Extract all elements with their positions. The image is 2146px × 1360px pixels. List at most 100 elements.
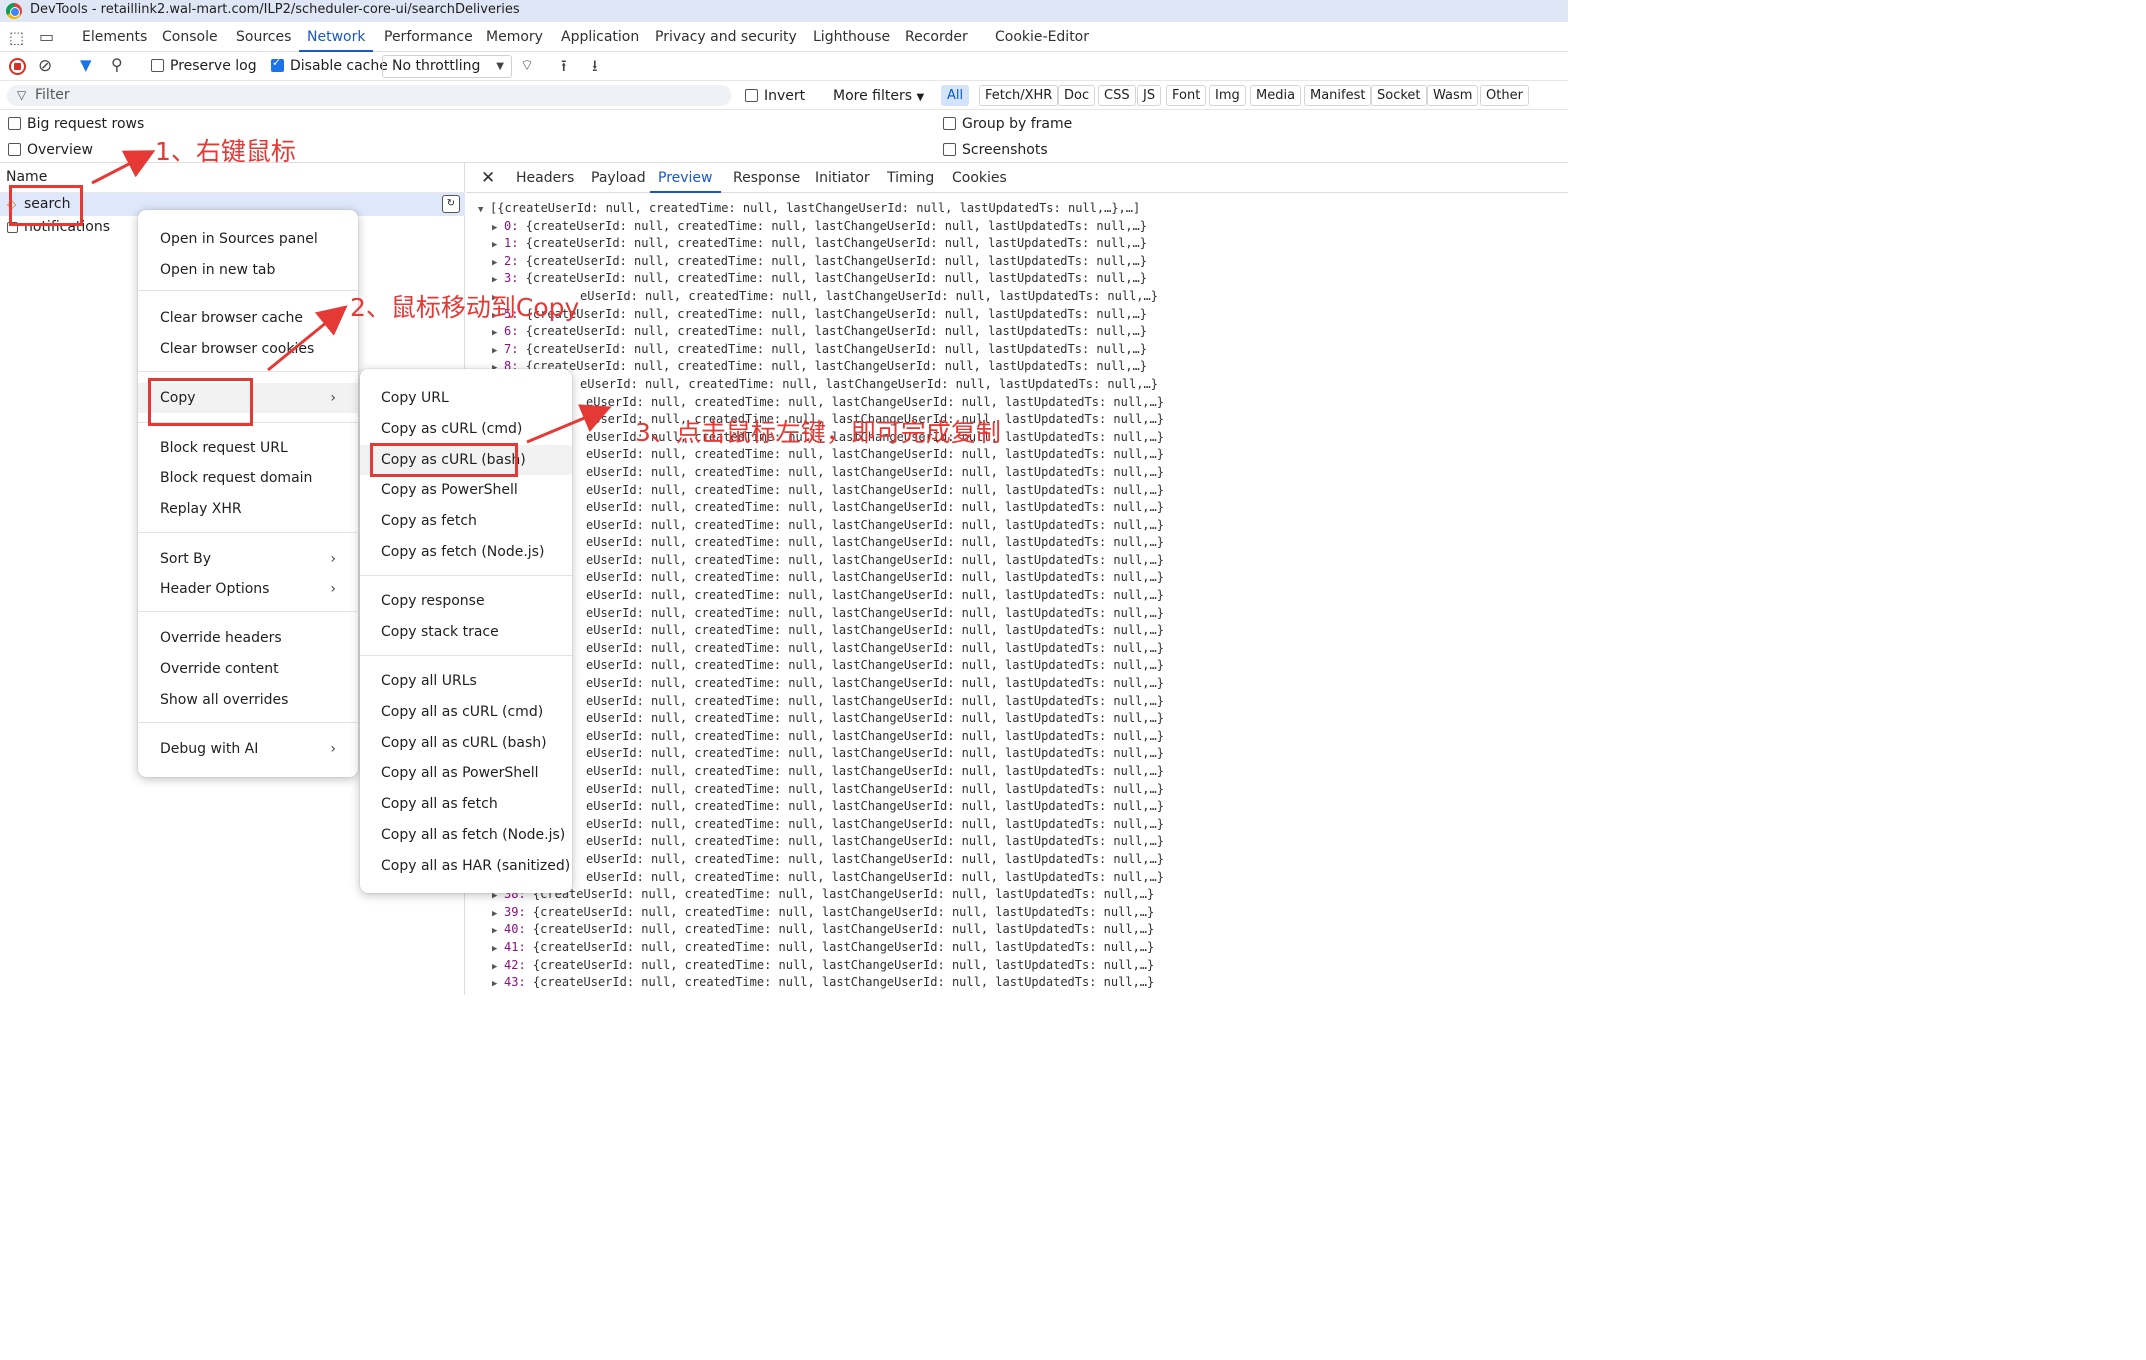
copy-item-copy-all-as-har-sanitized[interactable]: Copy all as HAR (sanitized) [360,851,572,881]
menu-item-open-in-sources-panel[interactable]: Open in Sources panel [138,224,358,254]
tab-performance[interactable]: Performance [384,22,473,52]
copy-item-copy-as-fetch[interactable]: Copy as fetch [360,506,572,536]
overview-checkbox[interactable]: Overview [8,142,93,158]
collapse-triangle-icon[interactable]: ▶ [492,976,504,994]
copy-item-copy-all-as-curl-cmd[interactable]: Copy all as cURL (cmd) [360,697,572,727]
collapse-triangle-icon[interactable]: ▶ [492,941,504,959]
menu-item-block-request-domain[interactable]: Block request domain [138,463,358,493]
menu-item-label: Copy all as fetch [381,796,498,812]
copy-item-copy-all-as-powershell[interactable]: Copy all as PowerShell [360,758,572,788]
type-chip-img[interactable]: Img [1209,85,1246,106]
type-chip-manifest[interactable]: Manifest [1304,85,1372,106]
search-icon[interactable]: ⚲ [111,55,123,74]
menu-item-header-options[interactable]: Header Options › [138,574,358,604]
menu-item-override-content[interactable]: Override content [138,654,358,684]
tab-response[interactable]: Response [733,163,800,193]
tab-recorder[interactable]: Recorder [905,22,968,52]
context-menu: Open in Sources panel Open in new tab Clea… [138,210,358,777]
invert-checkbox[interactable]: Invert [745,88,805,104]
menu-separator [138,371,358,372]
item-value: {createUserId: null, createdTime: null, … [532,939,1155,954]
copy-item-copy-url[interactable]: Copy URL [360,383,572,413]
menu-item-label: Copy all as cURL (cmd) [381,704,544,720]
copy-item-copy-all-as-curl-bash[interactable]: Copy all as cURL (bash) [360,728,572,758]
tab-timing[interactable]: Timing [887,163,934,193]
tab-preview[interactable]: Preview [650,163,721,193]
menu-item-debug-with-ai[interactable]: Debug with AI › [138,734,358,764]
tab-console[interactable]: Console [162,22,218,52]
disable-cache-box[interactable] [271,56,284,72]
preview-item: ▶eUserId: null, createdTime: null, lastC… [478,657,1568,675]
tab-payload[interactable]: Payload [591,163,646,193]
copy-item-copy-as-powershell[interactable]: Copy as PowerShell [360,475,572,505]
tab-lighthouse[interactable]: Lighthouse [813,22,890,52]
tab-application[interactable]: Application [561,22,639,52]
disable-cache-checkbox[interactable]: Disable cache [271,56,388,74]
group-by-frame-box[interactable] [943,117,956,130]
item-index: 0: [504,218,519,233]
network-conditions-icon[interactable]: ⌔ [520,56,534,75]
preserve-log-checkbox[interactable]: Preserve log [151,58,257,74]
tab-privacy-security[interactable]: Privacy and security [655,22,797,52]
clear-icon[interactable]: ⊘ [38,56,52,76]
tab-elements[interactable]: Elements [82,22,147,52]
copy-item-copy-stack-trace[interactable]: Copy stack trace [360,617,572,647]
filter-input[interactable]: ▽ Filter [7,85,731,106]
close-details-icon[interactable]: ✕ [481,163,495,193]
filter-funnel-icon[interactable]: ▼ [80,56,92,74]
big-request-rows-checkbox[interactable]: Big request rows [8,116,144,132]
type-chip-other[interactable]: Other [1480,85,1529,106]
menu-item-override-headers[interactable]: Override headers [138,623,358,653]
screenshots-box[interactable] [943,143,956,156]
type-chip-all[interactable]: All [941,85,970,106]
tab-cookie-editor[interactable]: Cookie-Editor [995,22,1089,52]
export-har-icon[interactable]: ⭳ [592,55,598,82]
copy-item-copy-response[interactable]: Copy response [360,586,572,616]
menu-item-clear-browser-cache[interactable]: Clear browser cache [138,303,358,333]
type-chip-js[interactable]: JS [1137,85,1162,106]
menu-item-label: Block request URL [160,440,288,456]
invert-box[interactable] [745,89,758,102]
type-chip-wasm[interactable]: Wasm [1427,85,1479,106]
type-chip-fetchxhr[interactable]: Fetch/XHR [979,85,1059,106]
tab-sources[interactable]: Sources [236,22,291,52]
tab-network[interactable]: Network [299,22,374,52]
menu-item-show-all-overrides[interactable]: Show all overrides [138,685,358,715]
type-chip-media[interactable]: Media [1250,85,1302,106]
record-stop-icon[interactable] [9,58,26,75]
screenshots-checkbox[interactable]: Screenshots [943,142,1048,158]
open-details-icon[interactable]: ↻ [442,195,460,213]
menu-item-open-in-new-tab[interactable]: Open in new tab [138,255,358,285]
copy-item-copy-all-as-fetch[interactable]: Copy all as fetch [360,789,572,819]
chevron-right-icon: › [330,581,336,597]
import-har-icon[interactable]: ⭱ [561,55,567,82]
group-by-frame-checkbox[interactable]: Group by frame [943,116,1072,132]
throttling-select[interactable]: No throttling ▼ [382,55,512,78]
type-chip-doc[interactable]: Doc [1058,85,1096,106]
type-chip-socket[interactable]: Socket [1371,85,1427,106]
type-chip-css[interactable]: CSS [1098,85,1136,106]
device-toolbar-icon[interactable]: ▭ [39,27,54,46]
menu-item-replay-xhr[interactable]: Replay XHR [138,494,358,524]
copy-item-copy-all-as-fetch-node-js[interactable]: Copy all as fetch (Node.js) [360,820,572,850]
menu-item-sort-by[interactable]: Sort By › [138,544,358,574]
preserve-log-box[interactable] [151,59,164,72]
menu-item-clear-browser-cookies[interactable]: Clear browser cookies [138,334,358,364]
type-chip-font[interactable]: Font [1166,85,1207,106]
copy-item-copy-as-fetch-node-js[interactable]: Copy as fetch (Node.js) [360,537,572,567]
tab-cookies[interactable]: Cookies [952,163,1007,193]
big-rows-box[interactable] [8,117,21,130]
item-value: {createUserId: null, createdTime: null, … [525,236,1148,251]
tab-memory[interactable]: Memory [486,22,543,52]
item-value: {createUserId: null, createdTime: null, … [525,218,1148,233]
menu-item-block-request-url[interactable]: Block request URL [138,433,358,463]
overview-box[interactable] [8,143,21,156]
tab-headers[interactable]: Headers [516,163,574,193]
copy-item-copy-all-urls[interactable]: Copy all URLs [360,666,572,696]
more-filters-dropdown[interactable]: More filters ▼ [833,88,924,104]
copy-item-copy-as-curl-cmd[interactable]: Copy as cURL (cmd) [360,414,572,444]
item-value: {createUserId: null, createdTime: null, … [525,324,1148,339]
tab-initiator[interactable]: Initiator [815,163,870,193]
inspect-element-icon[interactable]: ⬚ [9,28,24,47]
expand-triangle-icon[interactable]: ▼ [478,202,490,220]
